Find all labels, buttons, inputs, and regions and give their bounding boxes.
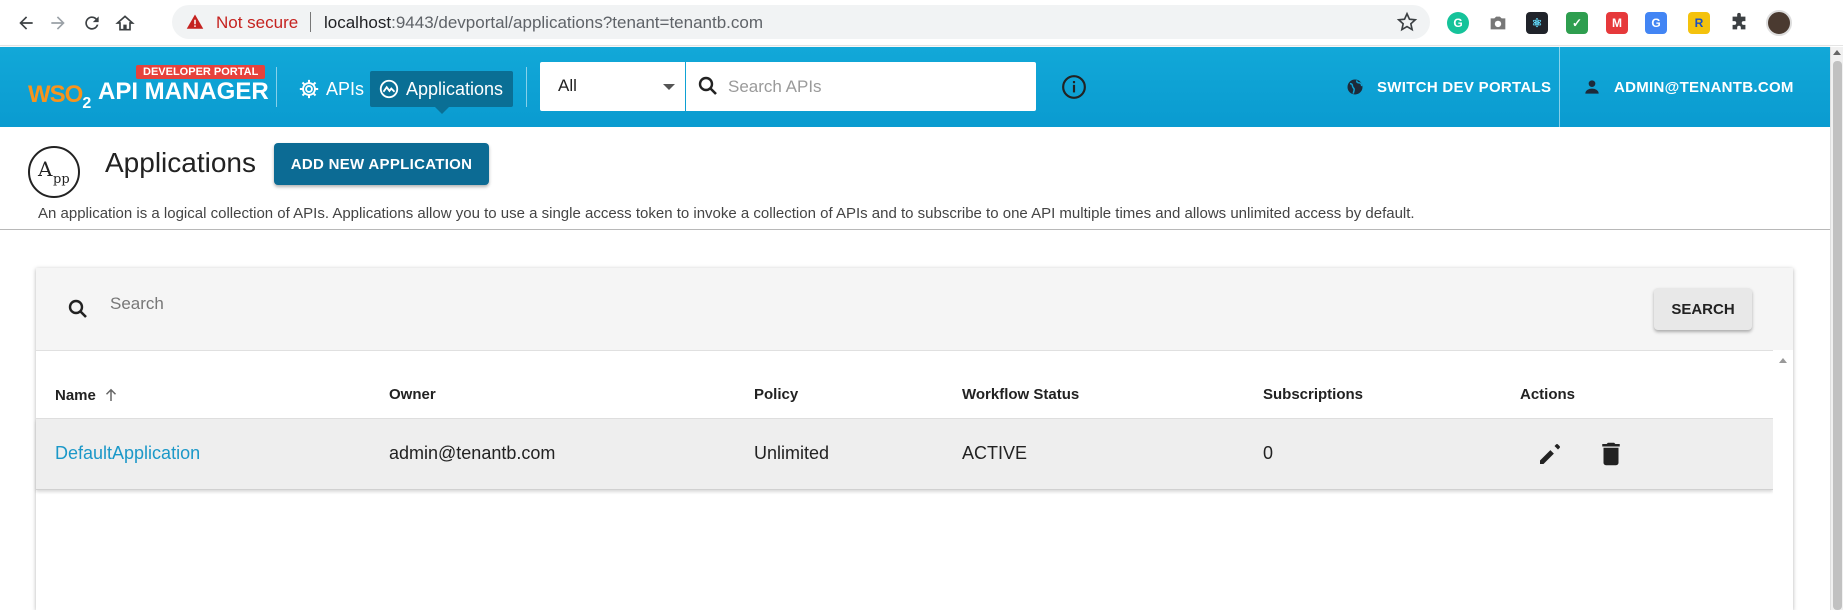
gear-icon bbox=[299, 79, 319, 99]
profile-avatar[interactable] bbox=[1766, 10, 1792, 36]
search-icon bbox=[68, 299, 87, 318]
header-divider bbox=[1559, 47, 1560, 127]
page-scrollbar[interactable] bbox=[1830, 47, 1843, 610]
globe-icon bbox=[1347, 79, 1363, 95]
logo-title: API MANAGER bbox=[98, 78, 269, 105]
app-header: WSO2 API MANAGER DEVELOPER PORTAL APIs A… bbox=[0, 47, 1830, 127]
svg-text:pp: pp bbox=[53, 172, 70, 187]
grammarly-extension-icon[interactable]: G bbox=[1447, 12, 1469, 34]
search-scope-value: All bbox=[558, 76, 577, 95]
scroll-up-arrow[interactable] bbox=[1833, 50, 1841, 55]
wso2-logo[interactable]: WSO2 API MANAGER DEVELOPER PORTAL bbox=[28, 65, 269, 112]
address-bar[interactable]: Not secure localhost:9443/devportal/appl… bbox=[172, 5, 1430, 39]
header-divider bbox=[526, 67, 527, 107]
url-text[interactable]: localhost:9443/devportal/applications?te… bbox=[324, 13, 763, 33]
application-workflow-status: ACTIVE bbox=[962, 443, 1028, 463]
r-extension-icon[interactable]: R bbox=[1688, 12, 1710, 34]
page-description: An application is a logical collection o… bbox=[38, 205, 1415, 222]
checkbox-extension-icon[interactable]: ✓ bbox=[1566, 12, 1588, 34]
url-host: localhost bbox=[324, 13, 392, 32]
url-path: :9443/devportal/applications?tenant=tena… bbox=[391, 13, 764, 32]
chevron-down-icon bbox=[663, 84, 675, 90]
api-search-input[interactable]: Search APIs bbox=[686, 62, 1036, 111]
developer-portal-badge: DEVELOPER PORTAL bbox=[136, 65, 266, 79]
user-menu-button[interactable]: ADMIN@TENANTB.COM bbox=[1582, 77, 1794, 97]
star-icon[interactable] bbox=[1396, 11, 1418, 33]
reload-icon[interactable] bbox=[80, 11, 104, 35]
info-icon[interactable] bbox=[1061, 74, 1087, 100]
switch-dev-portals-label: SWITCH DEV PORTALS bbox=[1377, 78, 1552, 96]
applications-search-toolbar: Search SEARCH bbox=[36, 268, 1793, 350]
column-header-workflow-status[interactable]: Workflow Status bbox=[962, 386, 1079, 403]
extensions-puzzle-icon[interactable] bbox=[1728, 12, 1750, 34]
nav-applications[interactable]: Applications bbox=[370, 71, 513, 114]
application-subscriptions: 0 bbox=[1263, 443, 1274, 463]
user-menu-label: ADMIN@TENANTB.COM bbox=[1614, 78, 1794, 96]
add-new-application-button[interactable]: ADD NEW APPLICATION bbox=[274, 143, 489, 185]
column-header-subscriptions[interactable]: Subscriptions bbox=[1263, 386, 1363, 403]
applications-icon bbox=[379, 79, 399, 99]
applications-table: Name Owner Policy Workflow Status Subscr… bbox=[36, 350, 1773, 610]
api-search-placeholder: Search APIs bbox=[728, 77, 822, 96]
applications-card: Search SEARCH Name Owner Policy Workflow… bbox=[36, 268, 1793, 610]
column-header-owner[interactable]: Owner bbox=[389, 386, 436, 403]
application-name-link[interactable]: DefaultApplication bbox=[55, 443, 200, 464]
camera-extension-icon[interactable] bbox=[1487, 12, 1509, 34]
header-divider bbox=[276, 67, 277, 107]
nav-apis[interactable]: APIs bbox=[290, 71, 372, 107]
nav-apis-label: APIs bbox=[326, 78, 365, 99]
application-owner: admin@tenantb.com bbox=[389, 443, 556, 463]
search-icon bbox=[698, 76, 717, 95]
column-header-actions: Actions bbox=[1520, 386, 1576, 403]
page-title: Applications bbox=[105, 147, 256, 178]
edit-icon[interactable] bbox=[1535, 439, 1565, 469]
mendeley-extension-icon[interactable]: M bbox=[1606, 12, 1628, 34]
table-scrollbar[interactable] bbox=[1773, 350, 1793, 610]
nav-applications-label: Applications bbox=[406, 78, 504, 99]
omnibox-divider bbox=[310, 12, 311, 32]
translate-extension-icon[interactable]: G bbox=[1645, 12, 1667, 34]
browser-chrome: Not secure localhost:9443/devportal/appl… bbox=[0, 0, 1843, 46]
delete-icon[interactable] bbox=[1596, 439, 1626, 469]
scrollbar-thumb[interactable] bbox=[1833, 61, 1842, 610]
forward-icon[interactable] bbox=[46, 11, 70, 35]
logo-wso2: WSO2 bbox=[28, 81, 91, 112]
react-devtools-icon[interactable]: ⚛ bbox=[1526, 12, 1548, 34]
sort-ascending-icon[interactable] bbox=[102, 386, 120, 404]
applications-search-input[interactable]: Search bbox=[110, 294, 164, 314]
user-icon bbox=[1585, 80, 1599, 94]
column-header-name[interactable]: Name bbox=[55, 386, 120, 404]
warning-icon bbox=[186, 14, 204, 29]
table-row: DefaultApplication admin@tenantb.com Unl… bbox=[36, 419, 1773, 490]
security-label[interactable]: Not secure bbox=[216, 13, 298, 33]
page-header: A pp Applications ADD NEW APPLICATION An… bbox=[0, 127, 1830, 230]
home-icon[interactable] bbox=[113, 11, 137, 35]
column-header-policy[interactable]: Policy bbox=[754, 386, 798, 403]
search-scope-select[interactable]: All bbox=[540, 62, 685, 111]
app-logo-icon: A pp bbox=[28, 146, 80, 198]
application-policy: Unlimited bbox=[754, 443, 830, 463]
svg-text:A: A bbox=[37, 157, 53, 181]
switch-dev-portals-button[interactable]: SWITCH DEV PORTALS bbox=[1345, 77, 1551, 97]
column-header-label: Name bbox=[55, 386, 96, 404]
back-icon[interactable] bbox=[14, 11, 38, 35]
scroll-up-arrow[interactable] bbox=[1779, 358, 1787, 363]
search-button[interactable]: SEARCH bbox=[1654, 288, 1752, 330]
